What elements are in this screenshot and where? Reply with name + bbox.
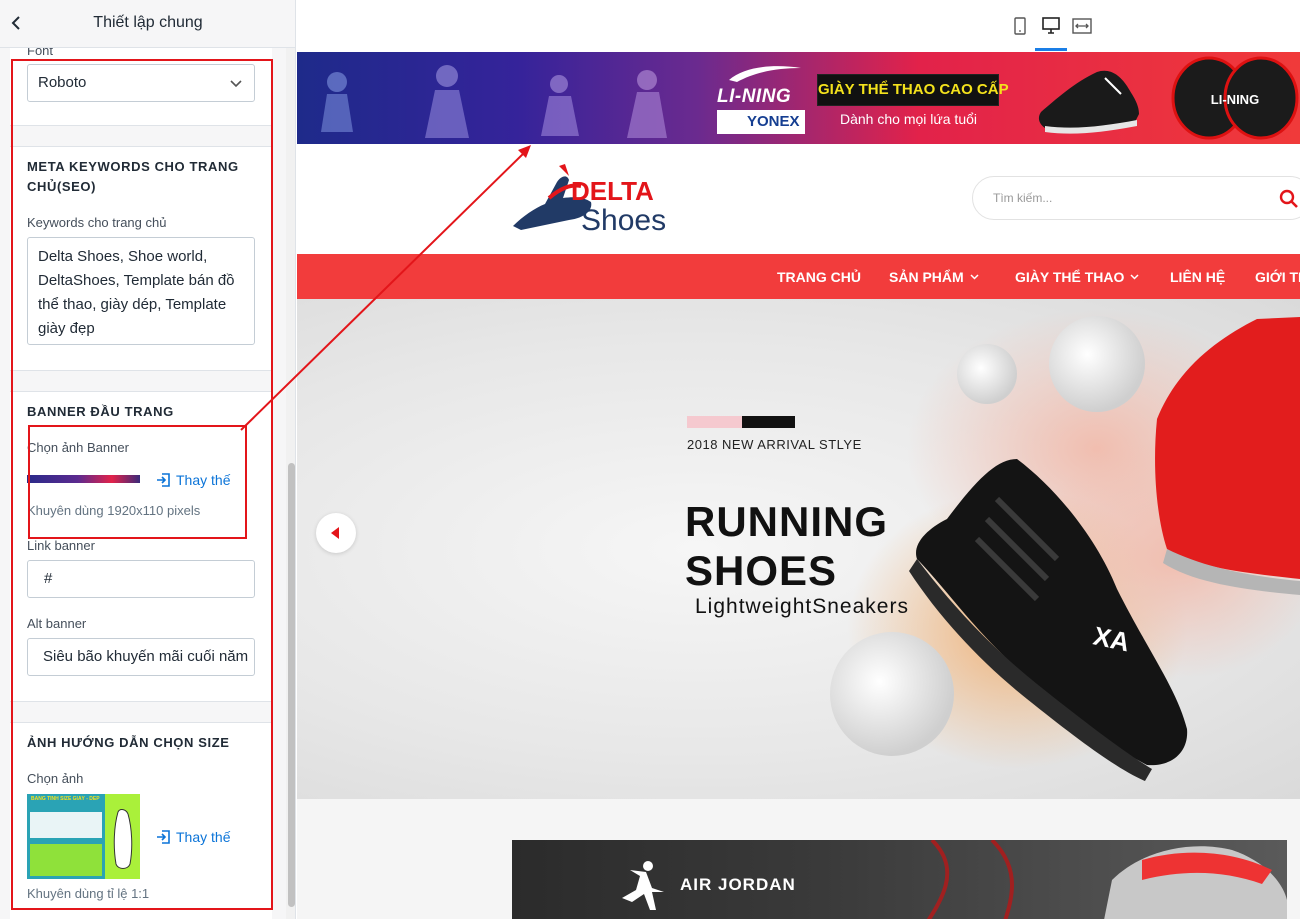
- nav-item-about[interactable]: GIỚI TH: [1255, 269, 1300, 285]
- alt-banner-input[interactable]: Siêu bão khuyến mãi cuối năm: [27, 638, 255, 676]
- slider-prev-button[interactable]: [316, 513, 356, 553]
- air-jordan-label: AIR JORDAN: [680, 875, 796, 894]
- alt-banner-label: Alt banner: [27, 616, 87, 631]
- app-root: Font Roboto META KEYWORDS CHO TRANG CHỦ(…: [0, 0, 1300, 919]
- keywords-textarea[interactable]: Delta Shoes, Shoe world, DeltaShoes, Tem…: [27, 237, 255, 345]
- device-toolbar: [297, 0, 1300, 52]
- top-banner-image[interactable]: LI-NING YONEX GIÀY THỂ THAO CAO CẤP Dành…: [297, 52, 1300, 144]
- scrollbar-thumb[interactable]: [288, 463, 295, 907]
- search-icon[interactable]: [1279, 189, 1299, 209]
- fullwidth-icon[interactable]: [1071, 14, 1093, 38]
- size-guide-choose-label: Chọn ảnh: [27, 771, 84, 786]
- search-placeholder: Tìm kiếm...: [993, 191, 1053, 205]
- hero-accent-black: [742, 416, 795, 428]
- jumpman-icon: [622, 861, 664, 910]
- promo-section: AIR JORDAN: [297, 799, 1300, 919]
- hero-subtitle: LightweightSneakers: [695, 595, 909, 618]
- jordan-shoe-graphic: [926, 840, 1287, 919]
- keywords-label: Keywords cho trang chủ: [27, 215, 167, 230]
- panel-header: Thiết lập chung: [0, 0, 295, 48]
- mobile-icon[interactable]: [1009, 14, 1031, 38]
- hero-accent-pink: [687, 416, 742, 428]
- meta-keywords-title: META KEYWORDS CHO TRANG CHỦ(SEO): [27, 159, 239, 194]
- chevron-down-icon: [1130, 274, 1139, 280]
- font-select[interactable]: Roboto: [27, 64, 255, 102]
- logo-line2: Shoes: [581, 204, 666, 237]
- nav-item-contact[interactable]: LIÊN HỆ: [1170, 269, 1225, 285]
- nav-item-label: SẢN PHẨM: [889, 269, 964, 285]
- banner-subtext: Dành cho mọi lứa tuổi: [840, 111, 977, 127]
- banner-replace-button[interactable]: Thay thế: [156, 472, 230, 488]
- size-guide-thumb-title: BẢNG TÍNH SIZE GIÀY - DÉP: [31, 796, 100, 802]
- hero-kicker: 2018 NEW ARRIVAL STLYE: [687, 437, 862, 452]
- site-header: DELTA Shoes Tìm kiếm...: [297, 144, 1300, 254]
- lining-brand: LI-NING: [717, 86, 792, 107]
- size-guide-title: ẢNH HƯỚNG DẪN CHỌN SIZE: [27, 735, 230, 750]
- font-select-value: Roboto: [38, 74, 87, 91]
- replace-icon: [157, 473, 170, 487]
- caret-left-icon: [331, 527, 339, 539]
- athletes-graphic: [321, 65, 667, 138]
- size-guide-section: ẢNH HƯỚNG DẪN CHỌN SIZE Chọn ảnh BẢNG TÍ…: [10, 722, 272, 919]
- nav-item-label: GIÀY THỂ THAO: [1015, 269, 1125, 285]
- hero-slider[interactable]: XA 2018 NEW ARRIVAL STLYE RUNNING SHOES …: [297, 299, 1300, 799]
- banner-replace-label: Thay thế: [176, 472, 231, 488]
- active-device-indicator: [1035, 48, 1067, 51]
- panel-title: Thiết lập chung: [93, 14, 203, 31]
- nav-item-sport-shoes[interactable]: GIÀY THỂ THAO: [1015, 269, 1139, 285]
- settings-panel: Font Roboto META KEYWORDS CHO TRANG CHỦ(…: [0, 0, 296, 919]
- nav-item-home[interactable]: TRANG CHỦ: [777, 269, 861, 285]
- link-banner-input[interactable]: #: [27, 560, 255, 598]
- racket-text: LI-NING: [1211, 92, 1259, 107]
- size-guide-hint: Khuyên dùng tỉ lệ 1:1: [27, 886, 150, 901]
- logo-line1: DELTA: [571, 176, 654, 206]
- racket-graphic: LI-NING: [1171, 56, 1299, 140]
- site-logo[interactable]: DELTA Shoes: [511, 158, 701, 238]
- chevron-down-icon: [230, 80, 242, 88]
- foot-icon: [113, 809, 133, 869]
- size-guide-replace-button[interactable]: Thay thế: [156, 829, 230, 845]
- nav-item-label: GIỚI TH: [1255, 269, 1300, 285]
- air-jordan-banner[interactable]: AIR JORDAN: [512, 840, 1287, 919]
- banner-choose-label: Chọn ảnh Banner: [27, 440, 129, 455]
- replace-icon: [157, 830, 170, 844]
- banner-thumbnail[interactable]: [27, 475, 140, 483]
- link-banner-label: Link banner: [27, 538, 95, 553]
- nav-item-label: LIÊN HỆ: [1170, 269, 1226, 285]
- nav-item-label: TRANG CHỦ: [777, 269, 861, 285]
- site-preview: LI-NING YONEX GIÀY THỂ THAO CAO CẤP Dành…: [297, 52, 1300, 919]
- size-guide-replace-label: Thay thế: [176, 829, 231, 845]
- hero-title: RUNNING SHOES: [685, 498, 888, 594]
- meta-keywords-section: META KEYWORDS CHO TRANG CHỦ(SEO) Keyword…: [10, 146, 272, 371]
- banner-section: BANNER ĐẦU TRANG Chọn ảnh Banner Thay th…: [10, 391, 272, 702]
- banner-headline: GIÀY THỂ THAO CAO CẤP: [817, 74, 1009, 106]
- size-guide-thumbnail[interactable]: BẢNG TÍNH SIZE GIÀY - DÉP: [27, 794, 140, 879]
- banner-hint: Khuyên dùng 1920x110 pixels: [27, 503, 201, 518]
- lining-logo-icon: [729, 66, 801, 82]
- search-input[interactable]: Tìm kiếm...: [972, 176, 1300, 220]
- nav-item-products[interactable]: SẢN PHẨM: [889, 269, 979, 285]
- main-nav: TRANG CHỦ SẢN PHẨM GIÀY THỂ THAO LIÊN HỆ…: [297, 254, 1300, 299]
- chevron-down-icon: [970, 274, 979, 280]
- yonex-brand: YONEX: [717, 110, 805, 134]
- banner-shoe-graphic: [1038, 70, 1139, 134]
- size-table-graphic: [30, 812, 102, 838]
- desktop-icon[interactable]: [1040, 14, 1062, 38]
- size-table-green: [30, 844, 102, 876]
- banner-title: BANNER ĐẦU TRANG: [27, 404, 174, 419]
